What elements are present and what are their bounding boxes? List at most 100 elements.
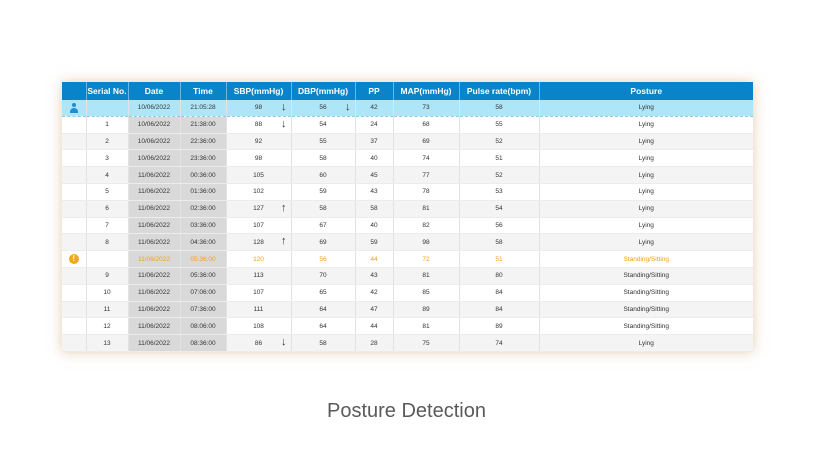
dbp-cell-value: 64	[319, 305, 327, 313]
column-header-time[interactable]: Time	[180, 82, 227, 100]
sbp-cell: 127 ↑	[226, 200, 292, 218]
time-cell: 08:06:00	[180, 317, 227, 336]
date-cell: 10/06/2022	[128, 133, 181, 151]
posture-cell: Standing/Sitting	[539, 267, 753, 285]
posture-cell: Standing/Sitting	[539, 250, 753, 268]
dbp-cell: 58	[291, 149, 356, 168]
pp-cell: 58	[355, 200, 394, 218]
row-icon-cell	[62, 149, 87, 168]
dbp-trend-arrow-icon: ↓	[345, 101, 351, 113]
pulse-cell: 74	[459, 334, 540, 352]
table-row[interactable]: 13 11/06/2022 08:36:00 86 ↓ 58 28 75 74 Lying	[62, 334, 753, 352]
time-cell-value: 08:06:00	[190, 322, 216, 330]
pp-cell-value: 45	[370, 171, 378, 179]
posture-cell: Standing/Sitting	[539, 317, 753, 336]
serial-cell-value: 1	[105, 121, 109, 129]
serial-cell-value: 2	[105, 137, 109, 145]
posture-cell: Lying	[539, 217, 753, 235]
serial-cell: 13	[86, 334, 129, 352]
map-cell: 69	[393, 133, 460, 151]
serial-cell: 12	[86, 317, 129, 336]
time-cell: 03:36:00	[180, 217, 227, 235]
table-row[interactable]: 9 11/06/2022 05:36:00 113 70 43 81 80 Standing/S…	[62, 267, 753, 285]
table-row[interactable]: 2 10/06/2022 22:36:00 92 55 37 69 52 Lying	[62, 133, 753, 151]
date-cell-value: 10/06/2022	[137, 121, 171, 129]
sbp-cell: 105	[226, 166, 292, 184]
person-icon	[69, 102, 79, 113]
table-row[interactable]: 11 11/06/2022 07:36:00 111 64 47 89 84 Standing/…	[62, 301, 753, 319]
dbp-cell: 56	[291, 250, 356, 268]
posture-cell: Standing/Sitting	[539, 284, 753, 302]
column-header-pulse[interactable]: Pulse rate(bpm)	[459, 82, 540, 100]
table-row[interactable]: 5 11/06/2022 01:36:00 102 59 43 78 53 Lying	[62, 183, 753, 201]
date-cell-value: 11/06/2022	[137, 289, 171, 297]
sbp-cell: 120	[226, 250, 292, 268]
sbp-cell-value: 92	[254, 137, 263, 145]
dbp-cell-value: 55	[319, 137, 327, 145]
posture-cell-value: Standing/Sitting	[623, 305, 670, 313]
sbp-cell: 113	[226, 267, 292, 285]
serial-cell: 9	[86, 267, 129, 285]
posture-cell: Lying	[539, 133, 753, 151]
pp-cell-value: 44	[370, 322, 378, 330]
serial-cell-value: 13	[103, 339, 111, 347]
column-header-pp[interactable]: PP	[355, 82, 394, 100]
column-header-posture[interactable]: Posture	[539, 82, 753, 100]
dbp-cell: 67	[291, 217, 356, 235]
map-cell: 78	[393, 183, 460, 201]
dbp-cell: 60	[291, 166, 356, 184]
date-cell-value: 10/06/2022	[137, 137, 171, 145]
date-cell: 10/06/2022	[128, 116, 181, 134]
time-cell-value: 04:36:00	[190, 238, 216, 246]
table-row[interactable]: 7 11/06/2022 03:36:00 107 67 40 82 56 Lying	[62, 217, 753, 235]
table-row[interactable]: 1411/06/202209:06:0093↓55↓387155Lying	[62, 351, 753, 352]
time-cell-value: 07:36:00	[190, 305, 216, 313]
table-row[interactable]: 3 10/06/2022 23:36:00 98 58 40 74 51 Lying	[62, 149, 753, 168]
serial-cell: 7	[86, 217, 129, 235]
date-cell: 11/06/2022	[128, 267, 181, 285]
map-cell-value: 73	[422, 104, 430, 112]
dbp-cell: 58	[291, 334, 356, 352]
serial-cell: 8	[86, 233, 129, 252]
date-cell-value: 11/06/2022	[137, 171, 171, 179]
posture-cell: Lying	[539, 149, 753, 168]
date-cell: 10/06/2022	[128, 149, 181, 168]
pulse-cell-value: 52	[495, 137, 503, 145]
posture-cell-value: Standing/Sitting	[623, 322, 670, 330]
column-header-serial[interactable]: Serial No.	[86, 82, 129, 100]
dbp-cell-value: 58	[319, 339, 327, 347]
table-row[interactable]: 10/06/2022 21:05:28 98 ↓ 56 ↓ 42 73 58 Lying	[62, 100, 753, 117]
map-cell: 74	[393, 149, 460, 168]
posture-cell-value: Lying	[638, 121, 654, 129]
time-cell-value: 05:36:00	[190, 272, 216, 280]
sbp-cell-value: 107	[253, 221, 264, 229]
table-row[interactable]: 10 11/06/2022 07:06:00 107 65 42 85 84 Standing/…	[62, 284, 753, 302]
time-cell: 02:36:00	[180, 200, 227, 218]
column-header-date[interactable]: Date	[128, 82, 181, 100]
row-icon-cell	[62, 267, 87, 285]
serial-cell	[86, 100, 129, 117]
pulse-cell-value: 52	[495, 171, 503, 179]
sbp-cell: 86 ↓	[226, 334, 292, 352]
column-header-sbp[interactable]: SBP(mmHg)	[226, 82, 292, 100]
table-row[interactable]: 4 11/06/2022 00:36:00 105 60 45 77 52 Lying	[62, 166, 753, 184]
map-cell: 72	[393, 250, 460, 268]
date-cell: 11/06/2022	[128, 200, 181, 218]
column-header-icon[interactable]	[62, 82, 87, 100]
pulse-cell: 51	[459, 149, 540, 168]
date-cell-value: 11/06/2022	[137, 272, 171, 280]
table-row[interactable]: ! 11/06/2022 05:36:00 120 56 44 72 51 Standing/S…	[62, 250, 753, 268]
table-row[interactable]: 1 10/06/2022 21:38:00 88 ↓ 54 24 68 55 Lying	[62, 116, 753, 134]
date-cell: 10/06/2022	[128, 100, 181, 117]
row-icon-cell	[62, 233, 87, 252]
column-header-dbp[interactable]: DBP(mmHg)	[291, 82, 356, 100]
pulse-cell: 84	[459, 284, 540, 302]
table-row[interactable]: 8 11/06/2022 04:36:00 128 ↑ 69 59 98 58 Lying	[62, 233, 753, 252]
table-row[interactable]: 12 11/06/2022 08:06:00 108 64 44 81 89 Standing/…	[62, 317, 753, 336]
column-header-map[interactable]: MAP(mmHg)	[393, 82, 460, 100]
table-row[interactable]: 6 11/06/2022 02:36:00 127 ↑ 58 58 81 54 Lying	[62, 200, 753, 218]
sbp-cell: 107	[226, 217, 292, 235]
dbp-cell: 69	[291, 233, 356, 252]
pulse-cell: 80	[459, 267, 540, 285]
pp-cell-value: 47	[370, 305, 378, 313]
